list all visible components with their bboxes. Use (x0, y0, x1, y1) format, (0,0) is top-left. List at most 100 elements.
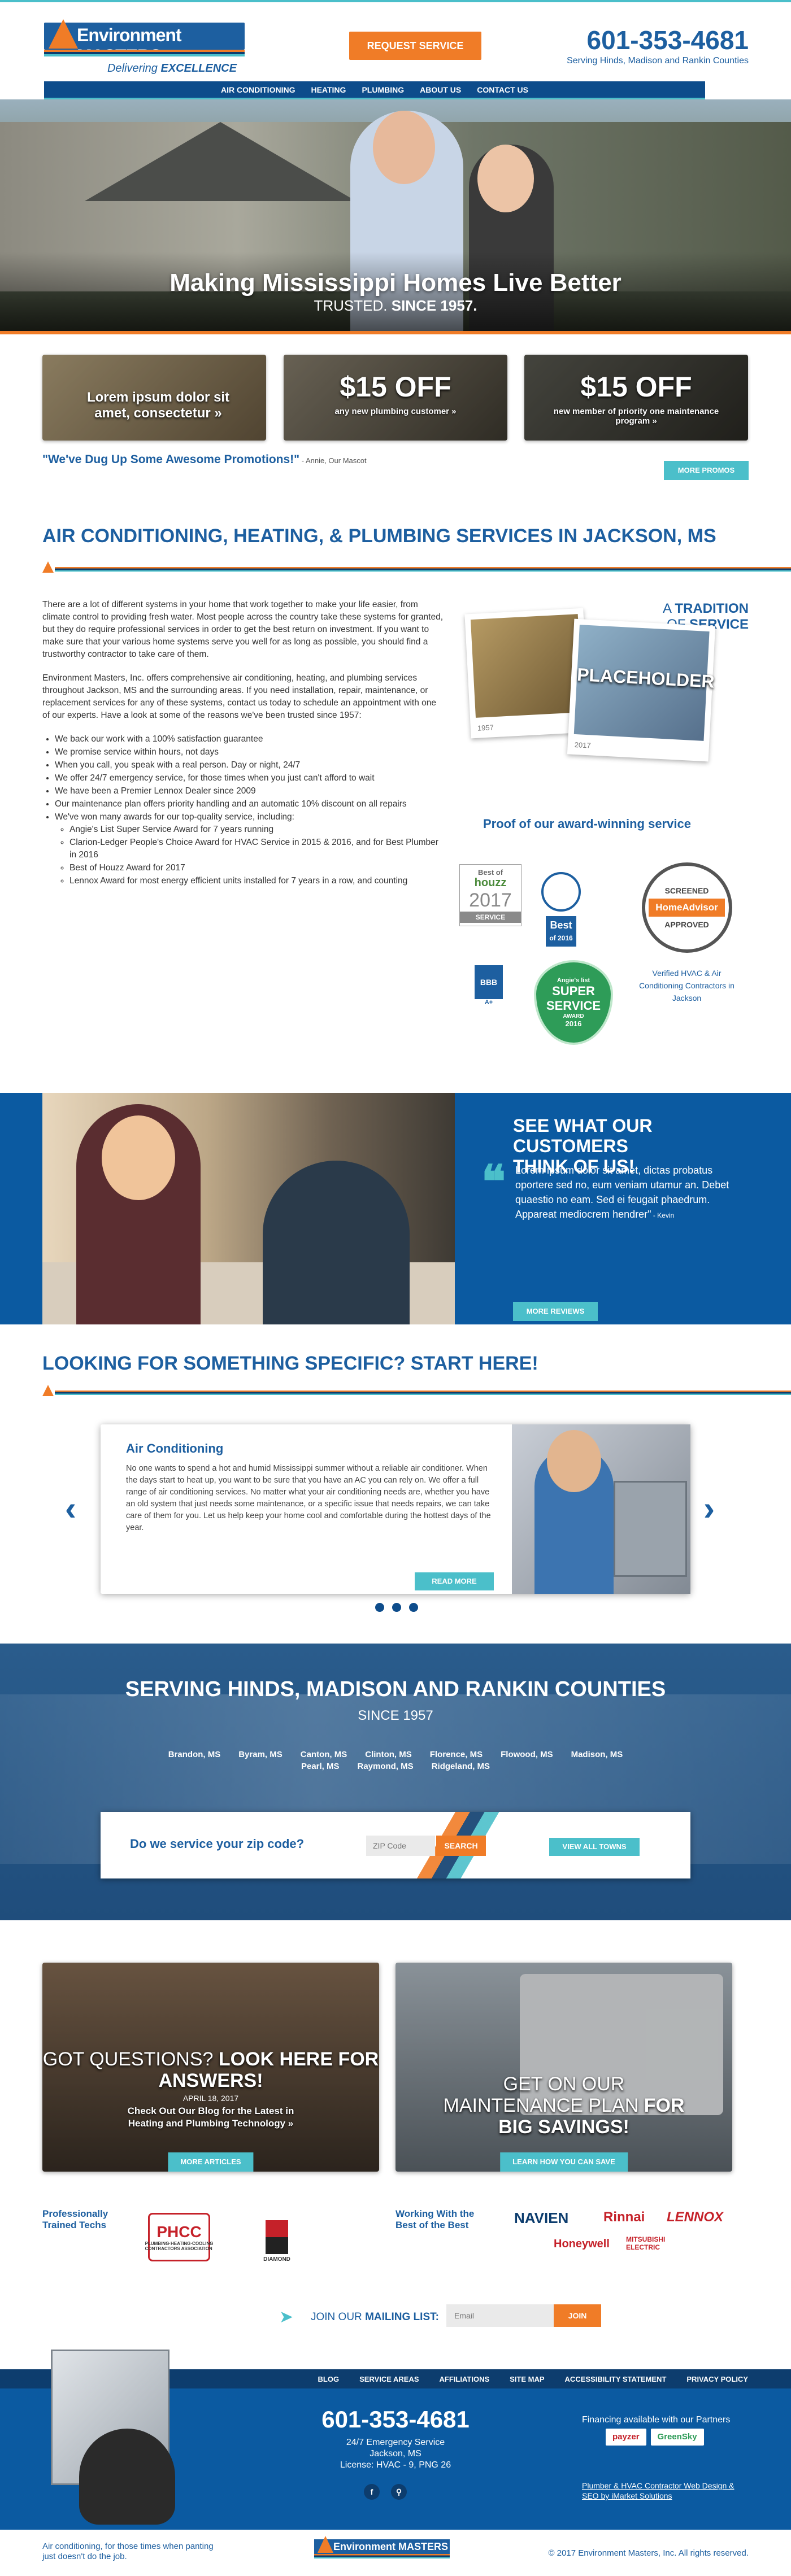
placeholder-label: PLACEHOLDER (576, 664, 715, 692)
map-pin-icon[interactable]: ⚲ (391, 2484, 407, 2500)
site-logo[interactable]: Environment MASTERS Delivering EXCELLENC… (44, 19, 259, 79)
promo-amount: $15 OFF (340, 371, 451, 403)
logo-tagline: Delivering EXCELLENCE (107, 62, 237, 75)
footer-link-privacy[interactable]: PRIVACY POLICY (686, 2375, 748, 2383)
zip-search-button[interactable]: SEARCH (436, 1836, 486, 1856)
header-phone[interactable]: 601-353-4681 (587, 25, 749, 55)
list-item: Best of Houzz Award for 2017 (69, 862, 444, 874)
footer-link-site-map[interactable]: SITE MAP (510, 2375, 544, 2383)
view-all-towns-button[interactable]: VIEW ALL TOWNS (549, 1838, 640, 1856)
promo-card-plumbing[interactable]: $15 OFF any new plumbing customer » (284, 355, 507, 441)
facebook-icon[interactable]: f (364, 2484, 380, 2500)
logo-name: Environment MASTERS (77, 25, 182, 66)
join-button[interactable]: JOIN (554, 2304, 601, 2327)
town-link[interactable]: Clinton, MS (365, 1750, 412, 1759)
footer-link-blog[interactable]: BLOG (318, 2375, 340, 2383)
town-link[interactable]: Raymond, MS (358, 1762, 414, 1771)
rinnai-logo: Rinnai (603, 2209, 645, 2225)
footer-link-affiliations[interactable]: AFFILIATIONS (440, 2375, 490, 2383)
carousel-next-button[interactable]: › (703, 1489, 715, 1528)
service-area-since: SINCE 1957 (358, 1708, 433, 1723)
list-item: We have been a Premier Lennox Dealer sin… (55, 785, 444, 797)
list-item: Angie's List Super Service Award for 7 y… (69, 823, 444, 836)
list-item: Lennox Award for most energy efficient u… (69, 875, 444, 887)
carousel-dot[interactable] (375, 1603, 384, 1612)
web-design-credit-link[interactable]: Plumber & HVAC Contractor Web Design & S… (582, 2481, 751, 2501)
looking-title: LOOKING FOR SOMETHING SPECIFIC? START HE… (42, 1353, 538, 1374)
nav-about-us[interactable]: ABOUT US (420, 85, 461, 94)
nav-plumbing[interactable]: PLUMBING (362, 85, 404, 94)
photo-2017: PLACEHOLDER 2017 (567, 618, 716, 762)
town-link[interactable]: Flowood, MS (501, 1750, 553, 1759)
hero-title: Making Mississippi Homes Live Better (169, 269, 621, 297)
town-link[interactable]: Canton, MS (301, 1750, 347, 1759)
list-item: Our maintenance plan offers priority han… (55, 798, 444, 810)
maintenance-title: GET ON OUR MAINTENANCE PLAN FOR BIG SAVING… (443, 2073, 685, 2138)
nav-contact-us[interactable]: CONTACT US (477, 85, 528, 94)
maintenance-tile: GET ON OUR MAINTENANCE PLAN FOR BIG SAVING… (395, 1963, 732, 2172)
greensky-logo[interactable]: GreenSky (650, 2429, 704, 2446)
mitsubishi-logo: MITSUBISHI ELECTRIC (626, 2235, 666, 2251)
nav-air-conditioning[interactable]: AIR CONDITIONING (221, 85, 295, 94)
carousel-dot[interactable] (392, 1603, 401, 1612)
logo-triangle-icon (49, 19, 78, 49)
town-link[interactable]: Pearl, MS (301, 1762, 340, 1771)
learn-save-button[interactable]: LEARN HOW YOU CAN SAVE (500, 2152, 628, 2172)
footer-link-accessibility[interactable]: ACCESSIBILITY STATEMENT (565, 2375, 667, 2383)
houzz-award-badge: Best of houzz 2017 SERVICE (459, 864, 521, 926)
lennox-logo: LENNOX (667, 2209, 724, 2225)
read-more-button[interactable]: READ MORE (415, 1572, 494, 1590)
section-divider (42, 1385, 791, 1396)
services-paragraph: There are a lot of different systems in … (42, 600, 444, 659)
more-promos-button[interactable]: MORE PROMOS (664, 461, 749, 480)
technician-photo (512, 1424, 690, 1594)
town-link[interactable]: Byram, MS (238, 1750, 282, 1759)
town-link[interactable]: Florence, MS (430, 1750, 483, 1759)
more-articles-button[interactable]: MORE ARTICLES (168, 2152, 254, 2172)
site-header: Environment MASTERS Delivering EXCELLENC… (0, 2, 791, 99)
zip-search-box: Do we service your zip code? SEARCH VIEW… (101, 1812, 690, 1878)
payzer-logo[interactable]: payzer (606, 2429, 646, 2446)
promo-card-mascot[interactable]: Lorem ipsum dolor sit amet, consectetur … (42, 355, 266, 441)
footer-logo[interactable]: Environment MASTERS (314, 2536, 455, 2562)
promo-text: new member of priority one maintenance p… (553, 407, 719, 426)
footer-link-service-areas[interactable]: SERVICE AREAS (359, 2375, 419, 2383)
carousel-prev-button[interactable]: ‹ (65, 1489, 76, 1528)
card-title: Air Conditioning (126, 1441, 224, 1455)
bbb-badge: BBB A+ (458, 960, 520, 1011)
footer-tagline: Air conditioning, for those times when p… (42, 2542, 214, 2561)
navien-logo: NAVIEN (514, 2209, 569, 2226)
request-service-button[interactable]: REQUEST SERVICE (349, 32, 481, 60)
awards-sublist: Angie's List Super Service Award for 7 y… (69, 823, 444, 887)
more-reviews-button[interactable]: MORE REVIEWS (513, 1302, 598, 1321)
social-links: f ⚲ (364, 2484, 407, 2500)
header-serving-text: Serving Hinds, Madison and Rankin Counti… (567, 56, 749, 66)
magnolia-icon (541, 872, 581, 912)
service-area-title: SERVING HINDS, MADISON AND RANKIN COUNTI… (125, 1677, 666, 1701)
clarion-ledger-award-badge: Best of 2016 (536, 864, 586, 954)
promo-card-maintenance[interactable]: $15 OFF new member of priority one maint… (524, 355, 748, 441)
reviews-section: SEE WHAT OUR CUSTOMERS THINK OF US! ❝ Lor… (0, 1093, 791, 1324)
section-divider (42, 561, 791, 573)
promo-text: Lorem ipsum dolor sit amet, consectetur … (86, 390, 230, 421)
reviews-photo (42, 1093, 455, 1324)
homeadvisor-badge: SCREENED HomeAdvisor APPROVED (637, 848, 736, 967)
carousel-dot[interactable] (409, 1603, 418, 1612)
town-link[interactable]: Madison, MS (571, 1750, 623, 1759)
list-item: When you call, you speak with a real per… (55, 759, 444, 772)
copyright: © 2017 Environment Masters, Inc. All rig… (548, 2548, 749, 2558)
reasons-list: We back our work with a 100% satisfactio… (55, 733, 444, 887)
working-with-label: Working With the Best of the Best (395, 2208, 475, 2230)
hero-banner: Making Mississippi Homes Live Better TRU… (0, 99, 791, 331)
angies-list-award-badge: Angie's list SUPER SERVICE AWARD 2016 (534, 960, 613, 1045)
paper-plane-icon: ➤ (279, 2308, 294, 2326)
town-link[interactable]: Ridgeland, MS (432, 1762, 490, 1771)
nav-heating[interactable]: HEATING (311, 85, 346, 94)
blog-post-link[interactable]: Check Out Our Blog for the Latest in Hea… (42, 2105, 379, 2130)
town-link[interactable]: Brandon, MS (168, 1750, 221, 1759)
awards-heading: Proof of our award-winning service (483, 817, 691, 831)
hero-subtitle: TRUSTED. SINCE 1957. (314, 297, 477, 314)
email-field[interactable] (446, 2304, 554, 2327)
blog-date: APRIL 18, 2017 (182, 2094, 239, 2103)
zip-code-input[interactable] (366, 1836, 435, 1856)
